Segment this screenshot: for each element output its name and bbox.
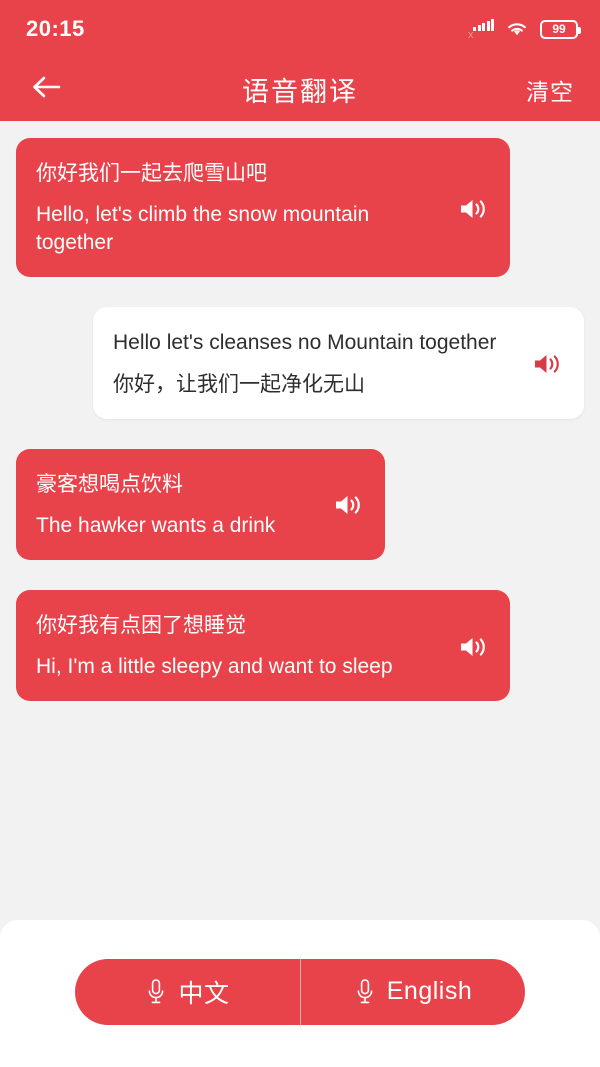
back-arrow-icon [30, 74, 62, 105]
message-source-text: 你好我们一起去爬雪山吧 [36, 160, 446, 188]
clear-button[interactable]: 清空 [526, 73, 574, 107]
message-translated-text: Hi, I'm a little sleepy and want to slee… [36, 653, 446, 681]
message-texts: 豪客想喝点饮料 The hawker wants a drink [36, 471, 321, 540]
speaker-icon[interactable] [456, 194, 490, 224]
message-source-text: 豪客想喝点饮料 [36, 471, 321, 499]
message-row: 豪客想喝点饮料 The hawker wants a drink [0, 449, 600, 560]
message-row: 你好我有点困了想睡觉 Hi, I'm a little sleepy and w… [0, 590, 600, 701]
message-translated-text: 你好，让我们一起净化无山 [113, 371, 520, 399]
record-english-label: English [387, 977, 473, 1006]
record-english-button[interactable]: English [300, 959, 525, 1025]
message-translated-text: The hawker wants a drink [36, 512, 321, 540]
page-title: 语音翻译 [0, 70, 600, 109]
wifi-icon [505, 19, 529, 39]
app-screen: 20:15 X 99 [0, 0, 600, 1067]
message-row: 你好我们一起去爬雪山吧 Hello, let's climb the snow … [0, 138, 600, 277]
message-bubble[interactable]: 你好我有点困了想睡觉 Hi, I'm a little sleepy and w… [16, 590, 510, 701]
message-source-text: Hello let's cleanses no Mountain togethe… [113, 329, 520, 357]
message-bubble[interactable]: Hello let's cleanses no Mountain togethe… [93, 307, 584, 418]
speaker-icon[interactable] [530, 349, 564, 379]
app-header: 语音翻译 清空 [0, 58, 600, 121]
footer-bar: 中文 English [0, 920, 600, 1067]
microphone-icon [145, 977, 167, 1007]
speaker-icon[interactable] [456, 632, 490, 662]
message-row: Hello let's cleanses no Mountain togethe… [0, 307, 600, 418]
message-texts: Hello let's cleanses no Mountain togethe… [113, 329, 520, 398]
signal-sub-label: X [468, 32, 473, 40]
signal-bars-icon: X [468, 19, 494, 39]
status-icons: X 99 [468, 19, 578, 39]
message-texts: 你好我们一起去爬雪山吧 Hello, let's climb the snow … [36, 160, 446, 257]
language-record-pill: 中文 English [75, 959, 525, 1025]
microphone-icon [354, 977, 376, 1007]
message-texts: 你好我有点困了想睡觉 Hi, I'm a little sleepy and w… [36, 612, 446, 681]
record-chinese-label: 中文 [178, 974, 229, 1010]
record-chinese-button[interactable]: 中文 [75, 959, 300, 1025]
message-bubble[interactable]: 豪客想喝点饮料 The hawker wants a drink [16, 449, 385, 560]
message-bubble[interactable]: 你好我们一起去爬雪山吧 Hello, let's climb the snow … [16, 138, 510, 277]
status-bar: 20:15 X 99 [0, 0, 600, 58]
message-source-text: 你好我有点困了想睡觉 [36, 612, 446, 640]
back-button[interactable] [26, 70, 66, 110]
conversation-list[interactable]: 你好我们一起去爬雪山吧 Hello, let's climb the snow … [0, 121, 600, 920]
battery-icon: 99 [540, 20, 578, 39]
speaker-icon[interactable] [331, 490, 365, 520]
status-time: 20:15 [26, 18, 85, 40]
battery-level: 99 [552, 23, 565, 35]
message-translated-text: Hello, let's climb the snow mountain tog… [36, 201, 446, 257]
